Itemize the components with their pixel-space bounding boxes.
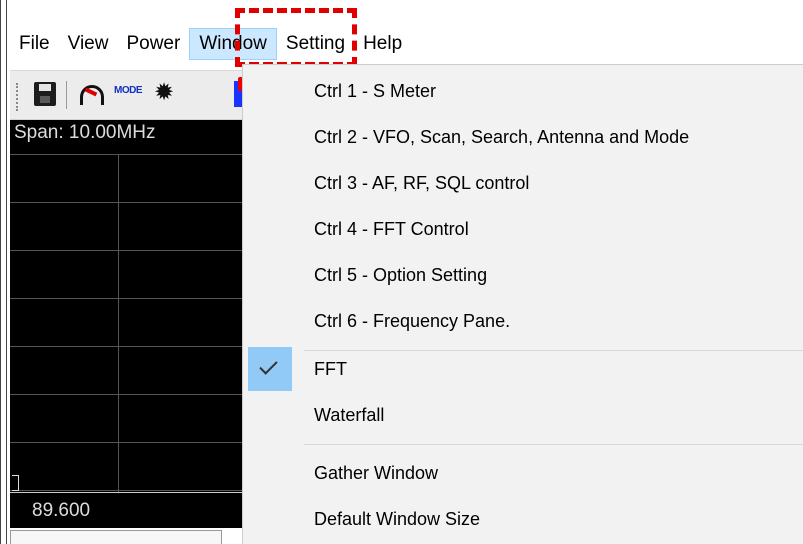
- window-edge-inner: [6, 0, 7, 544]
- frequency-label: 89.600: [32, 500, 91, 521]
- annotation-highlight-box: [235, 8, 357, 67]
- toolbar: MODE ✹: [10, 70, 250, 120]
- menu-item-label: Ctrl 2 - VFO, Scan, Search, Antenna and …: [314, 127, 690, 147]
- check-icon: [248, 347, 292, 391]
- menu-item-label: Default Window Size: [314, 509, 481, 529]
- spectrum-display[interactable]: Span: 10.00MHz 89.600: [10, 120, 250, 528]
- gear-icon[interactable]: ✹: [154, 81, 174, 105]
- menu-view[interactable]: View: [59, 28, 118, 60]
- app-window: File View Power Window Setting Help MODE…: [0, 0, 803, 544]
- bottom-panel-tab[interactable]: [10, 530, 222, 544]
- window-dropdown-menu: Ctrl 1 - S Meter Ctrl 2 - VFO, Scan, Sea…: [242, 64, 803, 544]
- menu-power[interactable]: Power: [117, 28, 189, 60]
- menu-item-option-setting[interactable]: Ctrl 5 - Option Setting: [243, 252, 803, 298]
- span-label: Span: 10.00MHz: [14, 122, 156, 143]
- menu-item-label: Waterfall: [314, 405, 385, 425]
- menu-item-fft-control[interactable]: Ctrl 4 - FFT Control: [243, 206, 803, 252]
- menu-item-af-rf-sql[interactable]: Ctrl 3 - AF, RF, SQL control: [243, 160, 803, 206]
- menu-item-label: Ctrl 6 - Frequency Pane.: [314, 311, 511, 331]
- menu-item-frequency-pane[interactable]: Ctrl 6 - Frequency Pane.: [243, 298, 803, 344]
- toolbar-separator: [66, 81, 67, 109]
- menu-item-label: Ctrl 5 - Option Setting: [314, 265, 488, 285]
- menu-item-label: Gather Window: [314, 463, 439, 483]
- menu-item-gather-window[interactable]: Gather Window: [243, 450, 803, 496]
- menu-item-label: Ctrl 4 - FFT Control: [314, 219, 469, 239]
- mode-icon[interactable]: MODE: [114, 85, 143, 96]
- menu-item-default-window-size[interactable]: Default Window Size: [243, 496, 803, 542]
- save-icon[interactable]: [34, 82, 56, 106]
- frequency-marker[interactable]: [12, 475, 19, 491]
- menu-item-label: Ctrl 3 - AF, RF, SQL control: [314, 173, 530, 193]
- spectrum-grid: [10, 154, 250, 492]
- menu-item-label: FFT: [314, 359, 347, 379]
- menu-item-label: Ctrl 1 - S Meter: [314, 81, 437, 101]
- menu-help[interactable]: Help: [354, 28, 411, 60]
- menu-separator: [304, 444, 803, 445]
- dial-icon[interactable]: [80, 85, 104, 105]
- spectrum-baseline: [10, 492, 250, 493]
- menu-item-vfo-scan[interactable]: Ctrl 2 - VFO, Scan, Search, Antenna and …: [243, 114, 803, 160]
- menu-item-waterfall[interactable]: Waterfall: [243, 392, 803, 438]
- menu-item-s-meter[interactable]: Ctrl 1 - S Meter: [243, 68, 803, 114]
- menu-file[interactable]: File: [10, 28, 59, 60]
- menu-item-fft[interactable]: FFT: [243, 346, 803, 392]
- toolbar-grip[interactable]: [16, 83, 21, 111]
- window-edge: [0, 0, 1, 544]
